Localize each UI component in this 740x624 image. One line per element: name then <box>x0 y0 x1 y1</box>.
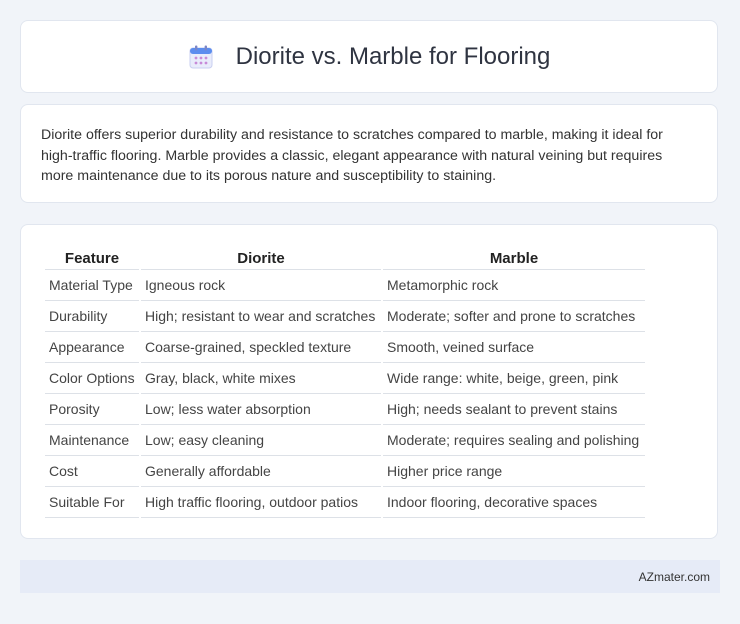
marble-cell: High; needs sealant to prevent stains <box>383 394 645 425</box>
column-header-feature: Feature <box>45 247 139 270</box>
table-row: Suitable For High traffic flooring, outd… <box>45 487 645 518</box>
comparison-table: Feature Diorite Marble Material Type Ign… <box>43 247 647 518</box>
diorite-cell: Low; less water absorption <box>141 394 381 425</box>
feature-cell: Durability <box>45 301 139 332</box>
calendar-icon <box>189 45 213 68</box>
marble-cell: Moderate; softer and prone to scratches <box>383 301 645 332</box>
title-card: Diorite vs. Marble for Flooring <box>20 20 718 93</box>
table-row: Maintenance Low; easy cleaning Moderate;… <box>45 425 645 456</box>
comparison-table-card: Feature Diorite Marble Material Type Ign… <box>20 224 718 539</box>
feature-cell: Porosity <box>45 394 139 425</box>
feature-cell: Cost <box>45 456 139 487</box>
table-row: Cost Generally affordable Higher price r… <box>45 456 645 487</box>
diorite-cell: Generally affordable <box>141 456 381 487</box>
table-header-row: Feature Diorite Marble <box>45 247 645 270</box>
table-row: Color Options Gray, black, white mixes W… <box>45 363 645 394</box>
feature-cell: Appearance <box>45 332 139 363</box>
feature-cell: Material Type <box>45 270 139 301</box>
diorite-cell: Low; easy cleaning <box>141 425 381 456</box>
marble-cell: Smooth, veined surface <box>383 332 645 363</box>
marble-cell: Indoor flooring, decorative spaces <box>383 487 645 518</box>
diorite-cell: Gray, black, white mixes <box>141 363 381 394</box>
diorite-cell: High traffic flooring, outdoor patios <box>141 487 381 518</box>
marble-cell: Moderate; requires sealing and polishing <box>383 425 645 456</box>
table-row: Durability High; resistant to wear and s… <box>45 301 645 332</box>
column-header-marble: Marble <box>383 247 645 270</box>
diorite-cell: Igneous rock <box>141 270 381 301</box>
marble-cell: Metamorphic rock <box>383 270 645 301</box>
column-header-diorite: Diorite <box>141 247 381 270</box>
page-title: Diorite vs. Marble for Flooring <box>235 42 551 70</box>
table-row: Material Type Igneous rock Metamorphic r… <box>45 270 645 301</box>
feature-cell: Maintenance <box>45 425 139 456</box>
description-card: Diorite offers superior durability and r… <box>20 104 718 203</box>
table-row: Porosity Low; less water absorption High… <box>45 394 645 425</box>
footer: AZmater.com <box>20 560 720 593</box>
feature-cell: Color Options <box>45 363 139 394</box>
marble-cell: Higher price range <box>383 456 645 487</box>
table-row: Appearance Coarse-grained, speckled text… <box>45 332 645 363</box>
feature-cell: Suitable For <box>45 487 139 518</box>
marble-cell: Wide range: white, beige, green, pink <box>383 363 645 394</box>
footer-brand: AZmater.com <box>638 569 710 584</box>
diorite-cell: High; resistant to wear and scratches <box>141 301 381 332</box>
description-text: Diorite offers superior durability and r… <box>41 127 663 184</box>
diorite-cell: Coarse-grained, speckled texture <box>141 332 381 363</box>
